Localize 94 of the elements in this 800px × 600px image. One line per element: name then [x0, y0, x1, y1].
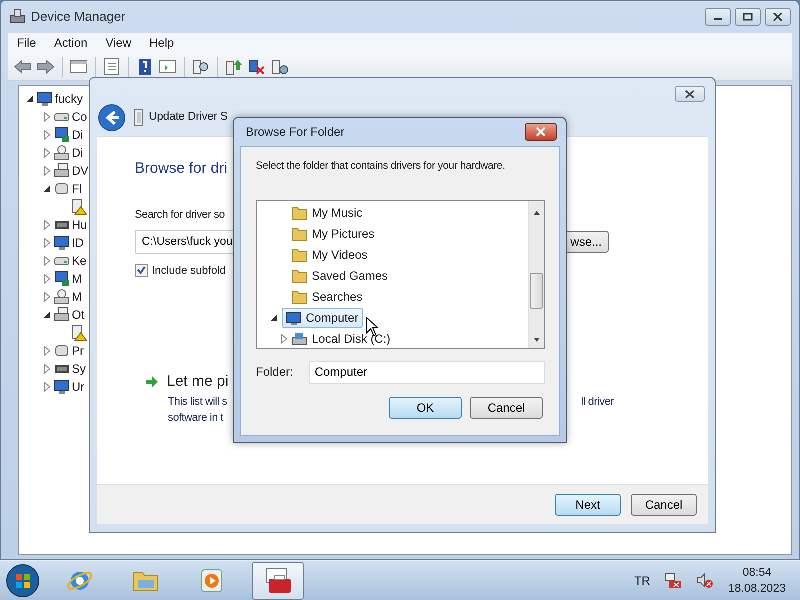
expand-arrow-icon[interactable]	[25, 94, 35, 104]
scroll-up-icon[interactable]	[533, 210, 541, 216]
warning-device-icon	[71, 325, 87, 341]
dialog-title: Update Driver S	[149, 110, 228, 126]
tree-item[interactable]: ID	[72, 234, 84, 252]
forward-arrow-icon[interactable]	[37, 58, 55, 76]
folder-icon	[292, 247, 308, 264]
device-icon	[134, 109, 144, 127]
close-icon	[684, 90, 696, 98]
tree-item[interactable]: Hu	[72, 216, 88, 234]
close-icon	[773, 13, 783, 21]
page-heading: Browse for dri	[135, 159, 228, 179]
device-icon	[54, 145, 70, 161]
maximize-button[interactable]	[735, 8, 761, 26]
prompt-text: Select the folder that contains drivers for your hardware.	[256, 159, 506, 174]
language-indicator[interactable]: TR	[634, 572, 650, 590]
folder-field[interactable]: Computer	[308, 360, 545, 384]
network-icon[interactable]	[664, 572, 682, 590]
tree-item[interactable]: Fl	[72, 180, 82, 198]
device-icon	[54, 271, 70, 287]
arrow-icon	[145, 375, 159, 390]
drive-icon	[292, 331, 308, 348]
maximize-icon	[743, 13, 753, 21]
volume-muted-icon[interactable]	[696, 572, 714, 590]
dialog-title: Browse For Folder	[246, 124, 345, 141]
device-icon	[54, 181, 70, 197]
clock-date[interactable]: 18.08.2023	[728, 580, 786, 596]
close-button[interactable]	[765, 8, 791, 26]
close-button[interactable]	[525, 123, 557, 141]
window-title: Device Manager	[31, 8, 126, 26]
checkbox-label: Include subfold	[152, 264, 226, 278]
back-arrow-icon[interactable]	[14, 58, 32, 76]
tree-item[interactable]: Ur	[72, 378, 85, 396]
device-icon	[54, 379, 70, 395]
device-icon	[54, 163, 70, 179]
taskbar-button[interactable]	[252, 562, 304, 600]
scroll-down-icon[interactable]	[533, 336, 541, 343]
next-button[interactable]: Next	[555, 494, 621, 516]
tree-item[interactable]: Co	[72, 108, 88, 126]
tree-item[interactable]: Di	[72, 144, 84, 162]
cancel-button[interactable]: Cancel	[631, 494, 697, 516]
clock-time[interactable]: 08:54	[728, 564, 786, 580]
folder-icon	[292, 289, 308, 306]
toolbox-icon	[264, 566, 292, 594]
ok-button[interactable]: OK	[389, 396, 462, 419]
tree-item[interactable]: My Videos	[292, 246, 368, 264]
computer-icon	[286, 310, 302, 326]
field-label: Folder:	[256, 364, 294, 382]
device-icon	[54, 235, 70, 251]
tree-item[interactable]: DV	[72, 162, 89, 180]
option-title[interactable]: Let me pi	[167, 371, 229, 394]
folder-icon	[292, 226, 308, 242]
tree-item[interactable]: Ke	[72, 252, 87, 270]
scrollbar-thumb[interactable]	[530, 272, 543, 309]
checkbox[interactable]	[135, 264, 148, 278]
device-icon	[54, 343, 70, 359]
device-icon	[54, 289, 70, 305]
folder-icon	[292, 268, 308, 284]
description-text: ll driver	[581, 394, 614, 410]
tree-item[interactable]: Searches	[292, 288, 363, 306]
expand-arrow-icon[interactable]	[269, 313, 279, 324]
menu-item[interactable]: View	[96, 33, 140, 53]
expand-arrow-icon[interactable]	[42, 184, 52, 194]
tree-item[interactable]: M	[72, 288, 82, 306]
tree-item[interactable]: Computer	[282, 308, 363, 328]
menu-item[interactable]: Help	[140, 33, 184, 53]
tree-item[interactable]: fucky	[55, 90, 84, 108]
tree-item[interactable]: Saved Games	[292, 267, 388, 286]
warning-device-icon	[71, 199, 87, 215]
expand-arrow-icon[interactable]	[42, 310, 52, 320]
tree-item[interactable]: Sy	[72, 360, 86, 378]
minimize-button[interactable]	[705, 8, 731, 26]
description-text: software in t	[168, 411, 224, 426]
tree-item[interactable]: Pr	[72, 342, 84, 360]
menu-item[interactable]: Action	[45, 33, 97, 53]
close-icon	[535, 127, 547, 137]
description-text: This list will s	[168, 394, 228, 410]
back-button[interactable]	[98, 104, 126, 132]
tree-item[interactable]: My Pictures	[292, 225, 375, 244]
device-icon	[37, 91, 53, 107]
folder-icon	[292, 205, 308, 222]
device-icon	[54, 307, 70, 323]
scrollbar[interactable]	[528, 200, 544, 348]
close-button[interactable]	[675, 86, 705, 102]
start-button[interactable]	[6, 564, 40, 598]
field-label: Search for driver so	[135, 208, 225, 223]
tree-item[interactable]: My Music	[292, 204, 363, 222]
tree-item[interactable]: Local Disk (C:)	[292, 330, 391, 348]
tree-item[interactable]: M	[72, 270, 82, 288]
cancel-button[interactable]: Cancel	[470, 396, 543, 419]
tree-item[interactable]: Ot	[72, 306, 85, 324]
menu-item[interactable]: File	[8, 33, 46, 53]
tree-item[interactable]: Di	[72, 126, 84, 144]
device-icon	[54, 127, 70, 143]
